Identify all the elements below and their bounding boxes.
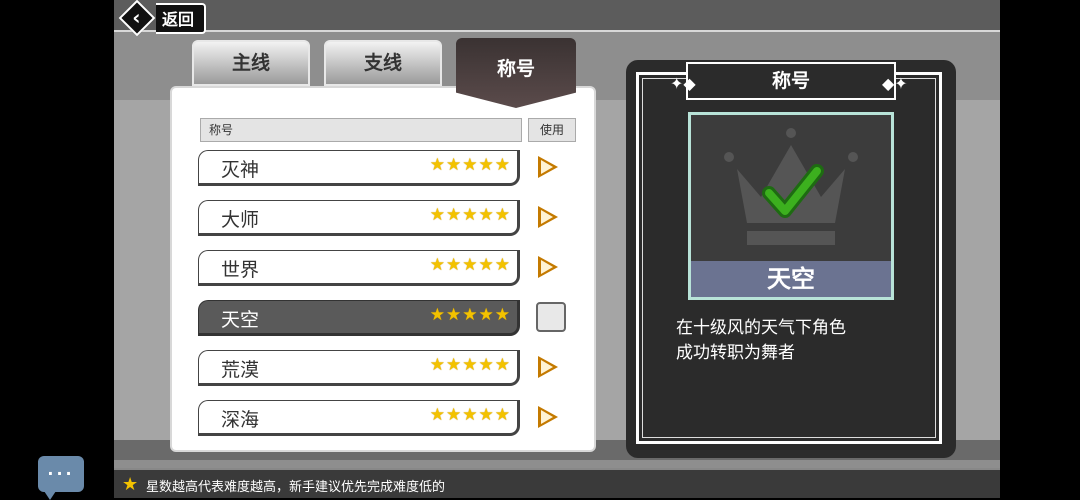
list-item-selected[interactable]: 天空 ★★★★★	[198, 300, 520, 336]
game-view: ‹ 返回 主线 支线 称号 使用 灭神 ★★★★★ 大师 ★★★★★ 世界 ★★…	[114, 0, 1000, 498]
list-item[interactable]: 世界 ★★★★★	[198, 250, 520, 286]
star-rating: ★★★★★	[429, 405, 511, 425]
list-item-label: 大师	[221, 209, 260, 231]
star-rating: ★★★★★	[429, 355, 511, 375]
list-item[interactable]: 深海 ★★★★★	[198, 400, 520, 436]
hint-bar: ★ 星数越高代表难度越高，新手建议优先完成难度低的	[114, 468, 1000, 498]
star-rating: ★★★★★	[429, 155, 511, 175]
list-item-label: 灭神	[221, 159, 260, 181]
play-icon[interactable]	[538, 156, 558, 178]
list-item[interactable]: 大师 ★★★★★	[198, 200, 520, 236]
play-icon[interactable]	[538, 256, 558, 278]
list-item-label: 荒漠	[221, 359, 260, 381]
detail-title: 称号	[686, 62, 896, 100]
chat-button[interactable]: ···	[38, 456, 84, 500]
tab-main[interactable]: 主线	[192, 40, 310, 86]
list-item-label: 深海	[221, 409, 260, 431]
description-line: 成功转职为舞者	[676, 343, 795, 363]
tab-side[interactable]: 支线	[324, 40, 442, 86]
list-item-label: 天空	[221, 309, 260, 331]
star-rating: ★★★★★	[429, 305, 511, 325]
list-item[interactable]: 灭神 ★★★★★	[198, 150, 520, 186]
play-icon[interactable]	[538, 406, 558, 428]
star-icon: ★	[122, 474, 139, 495]
column-header-title: 称号	[200, 118, 522, 142]
crown-icon	[724, 128, 858, 245]
list-item[interactable]: 荒漠 ★★★★★	[198, 350, 520, 386]
ornament-right-icon: ◆✦	[882, 74, 908, 93]
back-button[interactable]: ‹ 返回	[118, 0, 207, 37]
hint-text: 星数越高代表难度越高，新手建议优先完成难度低的	[146, 480, 446, 495]
back-arrow-icon: ‹	[118, 0, 156, 37]
in-use-checkbox[interactable]	[536, 302, 566, 332]
title-detail-panel: 称号 ✦◆ ◆✦ 天空 在十级风的天气下角色 成功转职为舞者	[626, 60, 956, 458]
chat-bubble-icon: ···	[47, 464, 75, 483]
list-item-label: 世界	[221, 259, 260, 281]
play-icon[interactable]	[538, 206, 558, 228]
back-label: 返回	[156, 2, 207, 34]
star-rating: ★★★★★	[429, 255, 511, 275]
description-line: 在十级风的天气下角色	[676, 318, 846, 338]
title-badge: 天空	[688, 112, 894, 300]
title-list-panel: 称号 使用 灭神 ★★★★★ 大师 ★★★★★ 世界 ★★★★★ 天空 ★★★★…	[170, 86, 596, 452]
title-description: 在十级风的天气下角色 成功转职为舞者	[676, 316, 916, 366]
play-icon[interactable]	[538, 356, 558, 378]
screen: ‹ 返回 主线 支线 称号 使用 灭神 ★★★★★ 大师 ★★★★★ 世界 ★★…	[0, 0, 1080, 500]
ornament-left-icon: ✦◆	[670, 74, 696, 93]
star-rating: ★★★★★	[429, 205, 511, 225]
top-bar	[114, 0, 1000, 32]
column-header-use: 使用	[528, 118, 576, 142]
badge-name: 天空	[691, 261, 891, 297]
